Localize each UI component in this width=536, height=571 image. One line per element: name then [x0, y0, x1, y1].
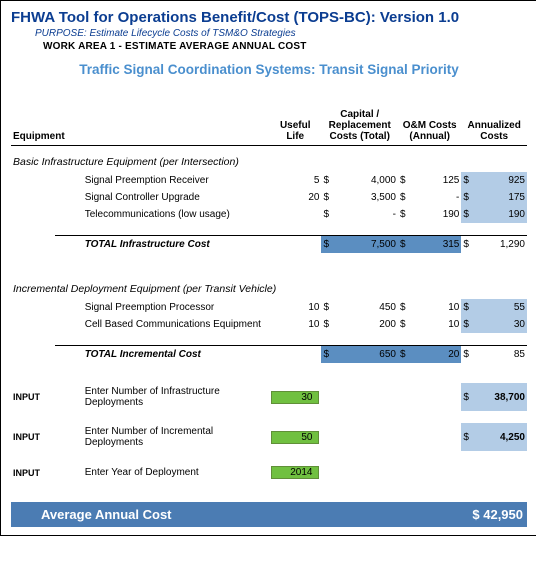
input-ann: 38,700 [481, 383, 527, 411]
input-row: INPUT Enter Number of Infrastructure Dep… [11, 383, 527, 411]
input-row: INPUT Enter Number of Incremental Deploy… [11, 423, 527, 451]
footer-row: Average Annual Cost $ 42,950 [11, 502, 527, 527]
currency-symbol: $ [461, 423, 481, 451]
currency-symbol: $ [461, 236, 481, 254]
currency-symbol: $ [461, 299, 481, 316]
purpose-line: PURPOSE: Estimate Lifecycle Costs of TSM… [35, 28, 527, 39]
table-row: Signal Preemption Receiver 5 $4,000 $125… [11, 172, 527, 189]
col-capital: Capital / Replacement Costs (Total) [321, 107, 398, 146]
total-row: TOTAL Infrastructure Cost $7,500 $315 $1… [11, 236, 527, 254]
col-annualized: Annualized Costs [461, 107, 527, 146]
total-om: 315 [418, 236, 462, 254]
total-om: 20 [418, 346, 462, 364]
cost-table: Equipment Useful Life Capital / Replacem… [11, 107, 527, 527]
currency-symbol: $ [461, 316, 481, 333]
row-life [269, 206, 321, 223]
section-title: Basic Infrastructure Equipment (per Inte… [11, 146, 527, 173]
row-ann: 925 [481, 172, 527, 189]
currency-symbol: $ [398, 299, 418, 316]
year-input[interactable]: 2014 [271, 466, 319, 479]
currency-symbol: $ [398, 189, 418, 206]
currency-symbol: $ [398, 346, 418, 364]
incremental-deployments-input[interactable]: 50 [271, 431, 319, 444]
row-om: 125 [418, 172, 462, 189]
row-ann: 30 [481, 316, 527, 333]
row-cap: 4,000 [341, 172, 398, 189]
total-cap: 650 [341, 346, 398, 364]
table-row: Signal Controller Upgrade 20 $3,500 $- $… [11, 189, 527, 206]
row-name: Signal Preemption Receiver [55, 172, 269, 189]
total-ann: 1,290 [481, 236, 527, 254]
input-text: Enter Number of Infrastructure Deploymen… [55, 383, 269, 411]
row-om: 190 [418, 206, 462, 223]
row-life: 20 [269, 189, 321, 206]
currency-symbol: $ [398, 206, 418, 223]
footer-value: $ 42,950 [461, 502, 527, 527]
row-life: 10 [269, 299, 321, 316]
infra-deployments-input[interactable]: 30 [271, 391, 319, 404]
input-row: INPUT Enter Year of Deployment 2014 [11, 463, 527, 482]
currency-symbol: $ [461, 189, 481, 206]
row-name: Cell Based Communications Equipment [55, 316, 269, 333]
row-cap: 3,500 [341, 189, 398, 206]
row-ann: 175 [481, 189, 527, 206]
input-badge: INPUT [11, 463, 55, 482]
row-om: - [418, 189, 462, 206]
row-cap: 200 [341, 316, 398, 333]
col-useful-life: Useful Life [269, 107, 321, 146]
row-name: Signal Controller Upgrade [55, 189, 269, 206]
table-row: Cell Based Communications Equipment 10 $… [11, 316, 527, 333]
currency-symbol: $ [461, 383, 481, 411]
total-label: TOTAL Infrastructure Cost [55, 236, 269, 254]
currency-symbol: $ [398, 172, 418, 189]
work-area-line: WORK AREA 1 - ESTIMATE AVERAGE ANNUAL CO… [43, 41, 527, 52]
col-om: O&M Costs (Annual) [398, 107, 461, 146]
table-row: Telecommunications (low usage) $- $190 $… [11, 206, 527, 223]
section-header: Basic Infrastructure Equipment (per Inte… [11, 146, 527, 173]
row-cap: 450 [341, 299, 398, 316]
table-row: Signal Preemption Processor 10 $450 $10 … [11, 299, 527, 316]
total-ann: 85 [481, 346, 527, 364]
currency-symbol: $ [398, 236, 418, 254]
row-name: Signal Preemption Processor [55, 299, 269, 316]
currency-symbol: $ [321, 172, 341, 189]
page-title: FHWA Tool for Operations Benefit/Cost (T… [11, 9, 527, 26]
currency-symbol: $ [321, 206, 341, 223]
section-title: Incremental Deployment Equipment (per Tr… [11, 273, 527, 299]
row-life: 10 [269, 316, 321, 333]
header-row: Equipment Useful Life Capital / Replacem… [11, 107, 527, 146]
currency-symbol: $ [321, 189, 341, 206]
currency-symbol: $ [461, 346, 481, 364]
input-ann: 4,250 [481, 423, 527, 451]
section-header: Incremental Deployment Equipment (per Tr… [11, 273, 527, 299]
row-cap: - [341, 206, 398, 223]
input-badge: INPUT [11, 423, 55, 451]
currency-symbol: $ [321, 299, 341, 316]
currency-symbol: $ [461, 206, 481, 223]
currency-symbol: $ [321, 236, 341, 254]
sub-header: Traffic Signal Coordination Systems: Tra… [11, 62, 527, 77]
input-text: Enter Year of Deployment [55, 463, 269, 482]
total-label: TOTAL Incremental Cost [55, 346, 269, 364]
row-name: Telecommunications (low usage) [55, 206, 269, 223]
currency-symbol: $ [461, 172, 481, 189]
total-cap: 7,500 [341, 236, 398, 254]
row-om: 10 [418, 316, 462, 333]
input-text: Enter Number of Incremental Deployments [55, 423, 269, 451]
col-equipment: Equipment [11, 107, 269, 146]
currency-symbol: $ [398, 316, 418, 333]
row-om: 10 [418, 299, 462, 316]
total-row: TOTAL Incremental Cost $650 $20 $85 [11, 346, 527, 364]
input-badge: INPUT [11, 383, 55, 411]
footer-label: Average Annual Cost [11, 502, 461, 527]
row-ann: 55 [481, 299, 527, 316]
currency-symbol: $ [321, 316, 341, 333]
currency-symbol: $ [321, 346, 341, 364]
row-ann: 190 [481, 206, 527, 223]
row-life: 5 [269, 172, 321, 189]
